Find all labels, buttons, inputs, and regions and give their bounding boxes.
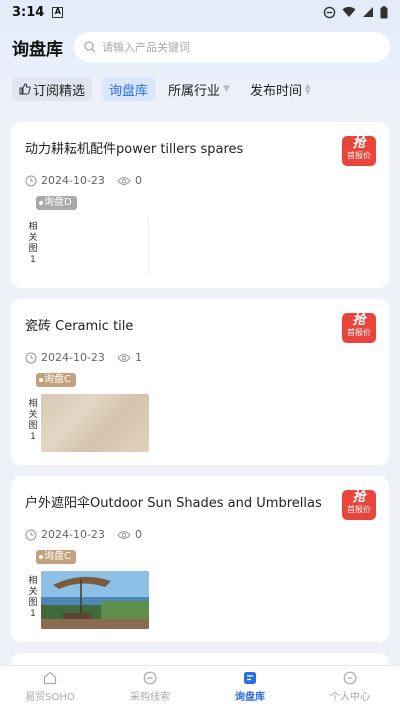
inquiry-tag: 询盘C: [36, 373, 76, 387]
signal-icon: [363, 7, 373, 17]
view-count: 1: [134, 351, 142, 364]
wifi-icon: [342, 6, 356, 17]
header: 询盘库 请输入产品关键词: [0, 30, 400, 64]
filter-bar: 订阅精选 询盘库 所属行业 ▼ 发布时间 ▲ ▼: [12, 76, 317, 102]
clock-icon: [25, 175, 37, 186]
clock-icon: [25, 352, 37, 363]
filter-industry-label: 所属行业: [168, 83, 221, 99]
nav-home-label: 易贸SOHO: [25, 692, 75, 703]
filter-inquiry-library[interactable]: 询盘库: [102, 77, 156, 101]
search-input[interactable]: 请输入产品关键词: [74, 32, 390, 62]
user-icon: [343, 671, 357, 685]
badge-first-quote-text: 首报价: [347, 328, 371, 337]
chevron-down-icon: ▼: [223, 84, 230, 94]
inquiry-title: 户外遮阳伞Outdoor Sun Shades and Umbrellas: [25, 496, 322, 511]
dnd-icon: [323, 6, 336, 18]
inquiry-title: 动力耕耘机配件power tillers spares: [25, 142, 244, 157]
inquiry-card[interactable]: 瓷砖 Ceramic tile 抢 首报价 2024-10-23 1 询盘C 相…: [11, 299, 389, 465]
bottom-nav: 易贸SOHO 采购线索 询盘库 个人中心: [0, 665, 400, 710]
filter-inquiry-label: 询盘库: [109, 83, 149, 99]
nav-profile[interactable]: 个人中心: [300, 666, 400, 710]
badge-first-quote-text: 首报价: [347, 151, 371, 160]
sort-icon: ▲ ▼: [304, 82, 311, 96]
related-images-label: 相关图1: [28, 576, 38, 619]
inquiry-card[interactable]: 户外遮阳伞Outdoor Sun Shades and Umbrellas 抢 …: [11, 476, 389, 642]
status-time: 3:14: [12, 4, 45, 20]
inquiry-meta: 2024-10-23 1: [25, 351, 142, 364]
nav-inquiry[interactable]: 询盘库: [200, 666, 300, 710]
inquiry-meta: 2024-10-23 0: [25, 174, 142, 187]
first-quote-badge[interactable]: 抢 首报价: [342, 313, 376, 343]
inquiry-meta: 2024-10-23 0: [25, 528, 142, 541]
inquiry-date: 2024-10-23: [41, 528, 105, 541]
filter-industry[interactable]: 所属行业 ▼: [161, 77, 237, 101]
page-title: 询盘库: [12, 39, 63, 60]
inquiry-icon: [244, 672, 256, 684]
umbrella-photo: [41, 571, 149, 629]
eye-icon: [117, 176, 131, 185]
compass-icon: [143, 671, 157, 685]
filter-publish-time[interactable]: 发布时间 ▲ ▼: [243, 77, 317, 101]
first-quote-badge[interactable]: 抢 首报价: [342, 136, 376, 166]
first-quote-badge[interactable]: 抢 首报价: [342, 490, 376, 520]
home-icon: [43, 671, 57, 685]
related-images-label: 相关图1: [28, 222, 38, 265]
umbrella-image[interactable]: [41, 571, 149, 629]
view-count: 0: [134, 528, 142, 541]
related-images-label: 相关图1: [28, 399, 38, 442]
search-icon: [84, 41, 96, 53]
inquiry-tag: 询盘C: [36, 550, 76, 564]
clock-icon: [25, 529, 37, 540]
status-icons: [323, 5, 388, 19]
inquiry-title: 瓷砖 Ceramic tile: [25, 319, 134, 334]
inquiry-card[interactable]: 动力耕耘机配件power tillers spares 抢 首报价 2024-1…: [11, 122, 389, 288]
inquiry-date: 2024-10-23: [41, 174, 105, 187]
nav-leads[interactable]: 采购线索: [100, 666, 200, 710]
thumb-up-icon: [19, 83, 31, 95]
notification-a-icon: A: [52, 6, 64, 18]
inquiry-tag: 询盘D: [36, 196, 77, 210]
nav-leads-label: 采购线索: [130, 692, 170, 703]
ceramic-tile-image[interactable]: [41, 394, 149, 452]
nav-inquiry-label: 询盘库: [235, 692, 265, 703]
battery-icon: [380, 5, 388, 18]
status-bar: 3:14 A: [0, 0, 400, 24]
eye-icon: [117, 353, 131, 362]
badge-grab-text: 抢: [352, 313, 366, 328]
view-count: 0: [134, 174, 142, 187]
badge-first-quote-text: 首报价: [347, 505, 371, 514]
filter-subscribed-label: 订阅精选: [33, 83, 86, 99]
badge-grab-text: 抢: [352, 136, 366, 151]
nav-profile-label: 个人中心: [330, 692, 370, 703]
filter-time-label: 发布时间: [249, 83, 302, 99]
badge-grab-text: 抢: [352, 490, 366, 505]
inquiry-date: 2024-10-23: [41, 351, 105, 364]
nav-home[interactable]: 易贸SOHO: [0, 666, 100, 710]
eye-icon: [117, 530, 131, 539]
related-image-placeholder[interactable]: [41, 217, 149, 275]
filter-subscribed[interactable]: 订阅精选: [12, 77, 93, 101]
search-placeholder: 请输入产品关键词: [102, 41, 190, 54]
